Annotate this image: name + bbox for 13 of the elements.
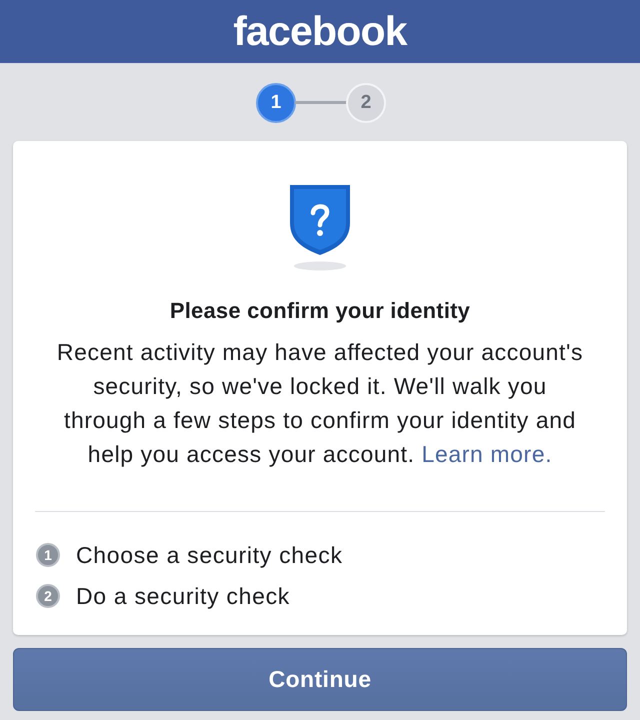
learn-more-link[interactable]: Learn more. [422,441,552,467]
step-number: 2 [36,584,60,608]
step-label: Do a security check [76,582,290,610]
site-logo: facebook [233,6,407,56]
step-indicator: 1 [256,82,296,122]
step-number: 1 [36,542,60,566]
step-indicator: 2 [346,82,386,122]
continue-button[interactable]: Continue [13,648,627,711]
step-connector [295,101,347,104]
body-text: Recent activity may have affected your account's security, so we've locked it. We'll walk you through a few steps to confirm your identity and help you access your account. Learn more. [56,338,584,469]
step-label: Choose a security check [76,540,343,568]
shield-question-icon [288,183,352,271]
card-title: Please confirm your identity [170,298,470,324]
